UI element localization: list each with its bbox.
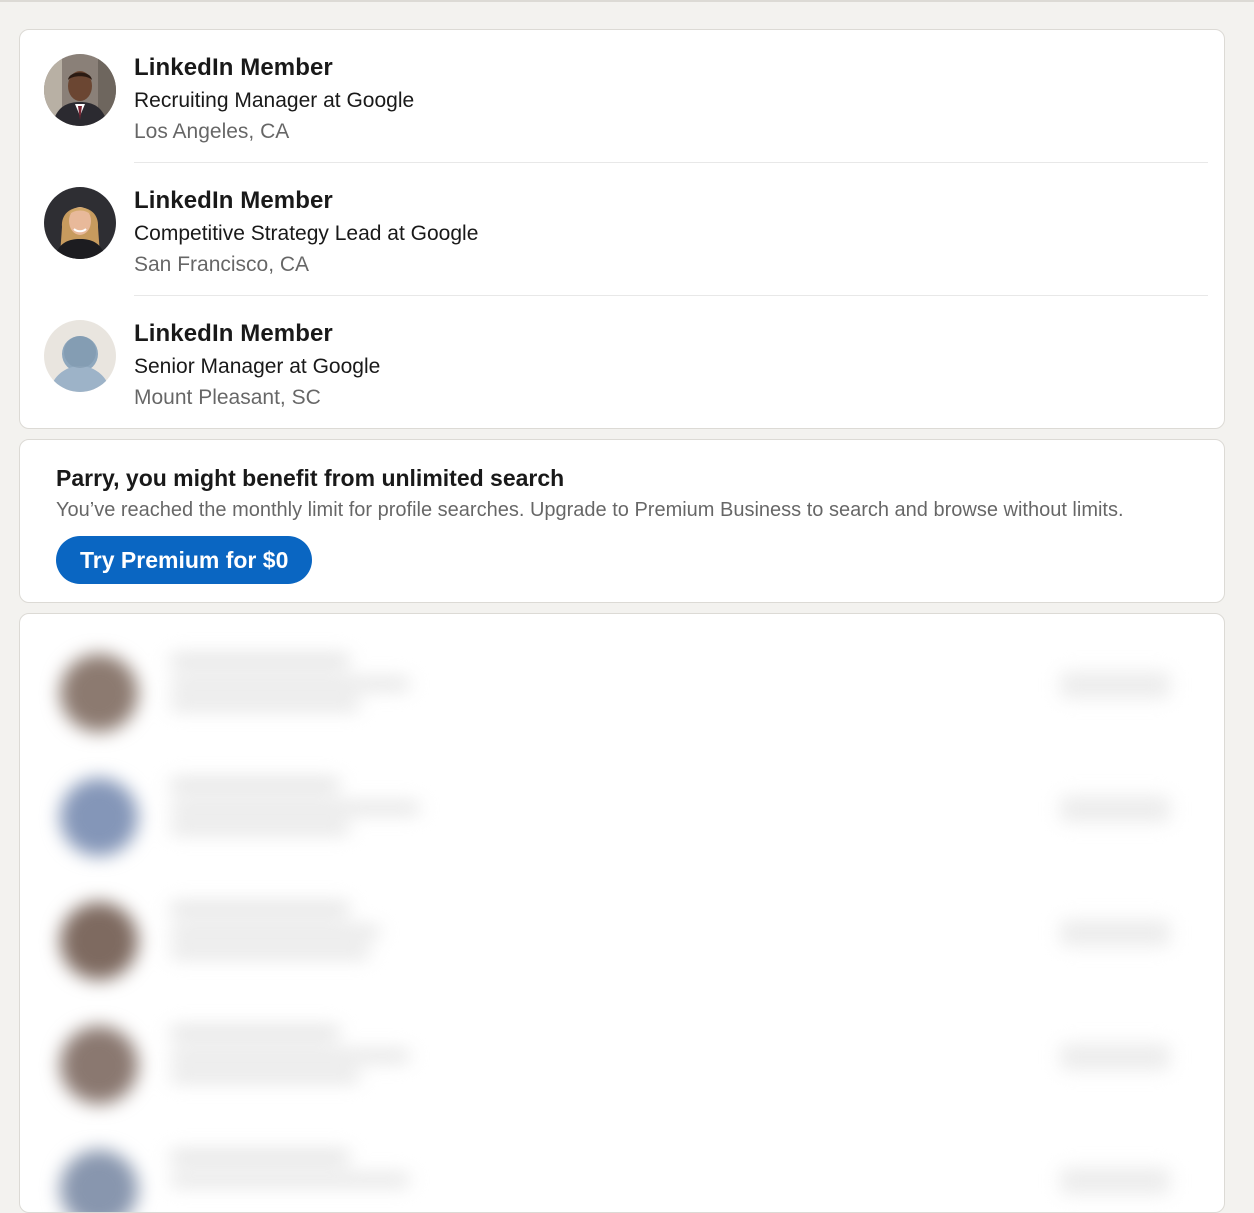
blurred-result-item bbox=[20, 756, 1224, 880]
profile-photo-man-icon bbox=[44, 54, 116, 126]
default-avatar-icon bbox=[44, 320, 116, 392]
blurred-result-item bbox=[20, 880, 1224, 1004]
result-name[interactable]: LinkedIn Member bbox=[134, 52, 414, 84]
top-border bbox=[0, 0, 1254, 2]
profile-photo-woman-icon bbox=[44, 187, 116, 259]
blurred-button bbox=[1060, 672, 1170, 698]
result-location: San Francisco, CA bbox=[134, 253, 310, 276]
search-result-item[interactable]: LinkedIn Member Competitive Strategy Lea… bbox=[20, 163, 1224, 296]
blurred-line bbox=[170, 822, 350, 834]
blurred-avatar bbox=[60, 778, 138, 856]
blurred-line bbox=[170, 802, 420, 814]
blurred-line bbox=[170, 1026, 340, 1040]
result-text-block: LinkedIn Member Competitive Strategy Lea… bbox=[134, 185, 478, 280]
result-headline: Senior Manager at Google bbox=[134, 355, 381, 378]
blurred-button bbox=[1060, 796, 1170, 822]
profile-photo[interactable] bbox=[44, 54, 116, 126]
blurred-line bbox=[170, 1174, 410, 1186]
blurred-line bbox=[170, 1070, 360, 1082]
blurred-result-item bbox=[20, 1128, 1224, 1212]
blurred-button bbox=[1060, 920, 1170, 946]
result-name[interactable]: LinkedIn Member bbox=[134, 318, 380, 350]
result-name[interactable]: LinkedIn Member bbox=[134, 185, 478, 217]
blurred-button bbox=[1060, 1168, 1170, 1194]
result-location: Mount Pleasant, SC bbox=[134, 386, 321, 409]
premium-description: You’ve reached the monthly limit for pro… bbox=[56, 499, 1124, 521]
blurred-avatar bbox=[60, 1026, 138, 1104]
blurred-line bbox=[170, 946, 370, 958]
blurred-result-item bbox=[20, 632, 1224, 756]
blurred-avatar bbox=[60, 654, 138, 732]
result-location: Los Angeles, CA bbox=[134, 120, 290, 143]
result-headline: Recruiting Manager at Google bbox=[134, 89, 415, 112]
search-result-item[interactable]: LinkedIn Member Senior Manager at Google… bbox=[20, 296, 1224, 428]
blurred-line bbox=[170, 678, 410, 690]
premium-title: Parry, you might benefit from unlimited … bbox=[56, 465, 565, 491]
result-text-block: LinkedIn Member Senior Manager at Google… bbox=[134, 318, 380, 413]
result-headline: Competitive Strategy Lead at Google bbox=[134, 222, 479, 245]
search-result-item[interactable]: LinkedIn Member Recruiting Manager at Go… bbox=[20, 30, 1224, 163]
result-text-block: LinkedIn Member Recruiting Manager at Go… bbox=[134, 52, 414, 147]
premium-upsell-card: Parry, you might benefit from unlimited … bbox=[19, 439, 1225, 603]
profile-photo[interactable] bbox=[44, 320, 116, 392]
blurred-line bbox=[170, 926, 380, 938]
blurred-line bbox=[170, 902, 350, 916]
blurred-button bbox=[1060, 1044, 1170, 1070]
blurred-line bbox=[170, 1050, 410, 1062]
blurred-avatar bbox=[60, 902, 138, 980]
try-premium-button[interactable]: Try Premium for $0 bbox=[56, 536, 313, 584]
blurred-line bbox=[170, 654, 350, 668]
blurred-avatar bbox=[60, 1150, 138, 1212]
blurred-line bbox=[170, 698, 360, 710]
blurred-results-card bbox=[19, 613, 1225, 1213]
search-results-card: LinkedIn Member Recruiting Manager at Go… bbox=[19, 29, 1225, 429]
blurred-line bbox=[170, 778, 340, 792]
blurred-result-item bbox=[20, 1004, 1224, 1128]
profile-photo[interactable] bbox=[44, 187, 116, 259]
blurred-line bbox=[170, 1150, 350, 1164]
